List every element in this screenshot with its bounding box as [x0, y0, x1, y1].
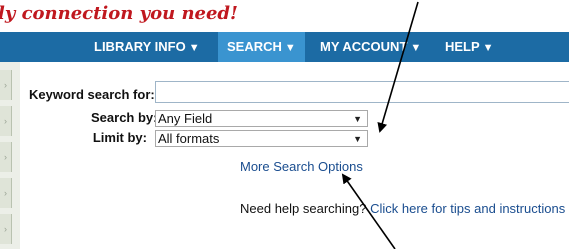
search-by-select[interactable]: Any Field ▼	[155, 110, 368, 127]
sidebar-tab[interactable]: ›	[0, 178, 12, 208]
chevron-down-icon: ▼	[284, 42, 296, 54]
nav-my-account-label: MY ACCOUNT	[320, 39, 408, 54]
keyword-label: Keyword search for:	[29, 87, 155, 102]
sidebar-tab[interactable]: ›	[0, 70, 12, 100]
sidebar-tab[interactable]: ›	[0, 142, 12, 172]
nav-search-label: SEARCH	[227, 39, 282, 54]
chevron-down-icon: ▼	[353, 114, 362, 124]
site-tagline: ly connection you need!	[0, 3, 238, 24]
help-prefix: Need help searching?	[240, 201, 367, 216]
keyword-search-input[interactable]	[155, 81, 569, 103]
help-prompt-text: Need help searching? Click here for tips…	[240, 201, 565, 216]
sidebar-tab[interactable]: ›	[0, 214, 12, 244]
sidebar-tab[interactable]: ›	[0, 106, 12, 136]
left-sidebar: › › › › ›	[0, 62, 20, 249]
chevron-down-icon: ▼	[410, 42, 422, 54]
limit-by-select[interactable]: All formats ▼	[155, 130, 368, 147]
nav-my-account[interactable]: MY ACCOUNT ▼	[320, 32, 421, 62]
chevron-right-icon: ›	[4, 188, 7, 198]
more-search-options-link[interactable]: More Search Options	[240, 159, 363, 174]
main-navigation: LIBRARY INFO ▼ SEARCH ▼ MY ACCOUNT ▼ HELP ▼	[0, 32, 569, 62]
chevron-right-icon: ›	[4, 224, 7, 234]
chevron-right-icon: ›	[4, 152, 7, 162]
chevron-down-icon: ▼	[482, 42, 494, 54]
limit-by-label: Limit by:	[92, 130, 147, 145]
site-tagline-banner: ly connection you need!	[0, 3, 569, 25]
nav-help-label: HELP	[445, 39, 480, 54]
nav-search[interactable]: SEARCH ▼	[218, 32, 305, 62]
chevron-right-icon: ›	[4, 116, 7, 126]
nav-library-info[interactable]: LIBRARY INFO ▼	[94, 32, 200, 62]
help-tips-link[interactable]: Click here for tips and instructions	[370, 201, 565, 216]
search-by-label: Search by:	[91, 110, 158, 125]
chevron-down-icon: ▼	[353, 134, 362, 144]
chevron-down-icon: ▼	[188, 42, 200, 54]
limit-by-value: All formats	[158, 131, 220, 146]
chevron-right-icon: ›	[4, 80, 7, 90]
nav-help[interactable]: HELP ▼	[445, 32, 494, 62]
search-by-value: Any Field	[158, 111, 213, 126]
nav-library-info-label: LIBRARY INFO	[94, 39, 186, 54]
